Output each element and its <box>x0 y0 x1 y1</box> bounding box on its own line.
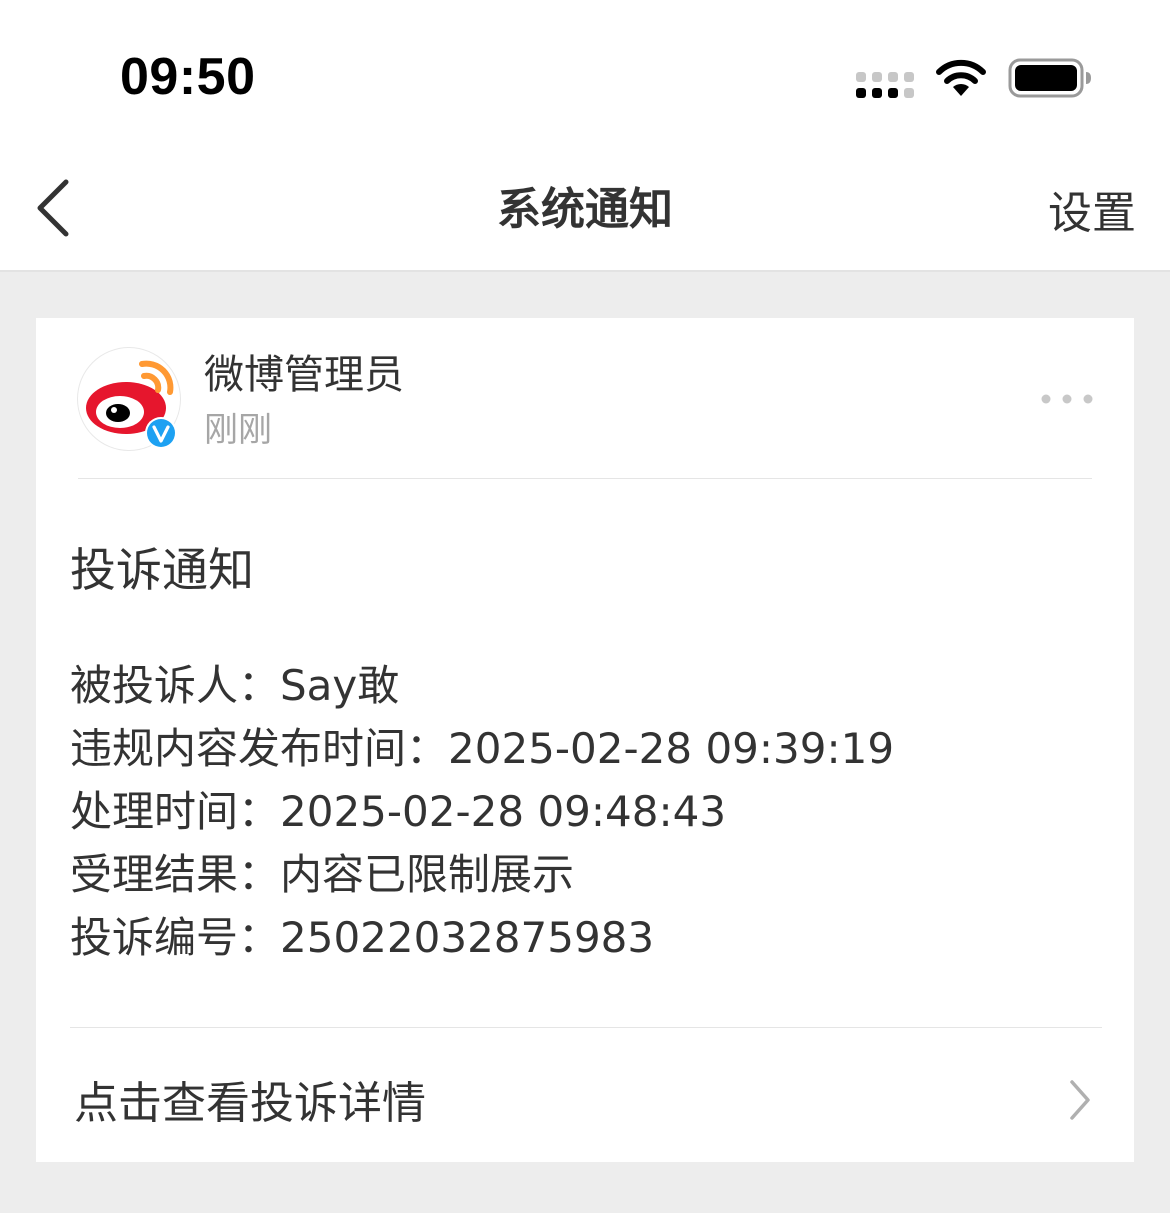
detail-row-publish-time: 违规内容发布时间：2025-02-28 09:39:19 <box>70 717 894 780</box>
detail-label: 被投诉人： <box>70 661 281 710</box>
view-details-label: 点击查看投诉详情 <box>74 1078 426 1129</box>
sender-name[interactable]: 微博管理员 <box>204 348 404 402</box>
detail-label: 违规内容发布时间： <box>70 724 449 773</box>
divider <box>78 478 1092 479</box>
page-title: 系统通知 <box>497 184 673 235</box>
detail-value: 内容已限制展示 <box>280 850 575 899</box>
verified-badge-icon <box>145 417 177 449</box>
status-bar: 09:50 <box>0 0 1170 140</box>
detail-label: 受理结果： <box>70 850 281 899</box>
detail-row-complained-user: 被投诉人：Say敢 <box>70 654 894 717</box>
wifi-icon <box>936 59 986 96</box>
detail-list: 被投诉人：Say敢 违规内容发布时间：2025-02-28 09:39:19 处… <box>70 654 894 969</box>
detail-row-process-time: 处理时间：2025-02-28 09:48:43 <box>70 780 894 843</box>
settings-button[interactable]: 设置 <box>1048 184 1136 244</box>
sender-time: 刚刚 <box>204 410 272 450</box>
cellular-signal-icon <box>856 72 914 98</box>
notice-title: 投诉通知 <box>70 543 254 597</box>
detail-label: 处理时间： <box>70 787 281 836</box>
detail-value: 25022032875983 <box>280 913 655 962</box>
more-icon[interactable] <box>1040 392 1094 406</box>
detail-row-result: 受理结果：内容已限制展示 <box>70 843 894 906</box>
chevron-right-icon <box>1070 1080 1090 1120</box>
detail-row-complaint-id: 投诉编号：25022032875983 <box>70 906 894 969</box>
detail-value: 2025-02-28 09:39:19 <box>448 724 895 773</box>
notification-card: 微博管理员 刚刚 投诉通知 被投诉人：Say敢 违规内容发布时间：2025-02… <box>36 318 1134 1162</box>
battery-icon <box>1008 58 1091 98</box>
detail-label: 投诉编号： <box>70 913 281 962</box>
detail-value: 2025-02-28 09:48:43 <box>280 787 727 836</box>
status-time: 09:50 <box>120 48 256 106</box>
view-complaint-details-link[interactable]: 点击查看投诉详情 <box>36 1028 1134 1162</box>
nav-bar: 系统通知 设置 <box>0 140 1170 272</box>
detail-value: Say敢 <box>280 661 400 710</box>
